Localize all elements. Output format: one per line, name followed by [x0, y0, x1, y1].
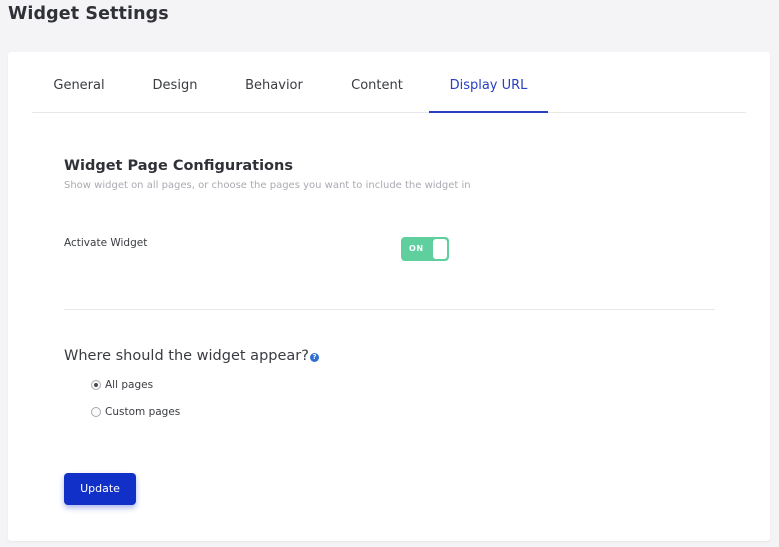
radio-all-pages-label: All pages — [105, 379, 154, 391]
section-subtitle: Show widget on all pages, or choose the … — [64, 180, 471, 191]
tab-behavior[interactable]: Behavior — [224, 52, 324, 111]
question-circle-icon[interactable]: ? — [310, 353, 319, 362]
activate-widget-label: Activate Widget — [64, 237, 148, 249]
radio-custom-pages-label: Custom pages — [105, 406, 181, 418]
tab-bar: General Design Behavior Content Display … — [32, 52, 746, 113]
section-title: Widget Page Configurations — [64, 158, 293, 174]
update-button[interactable]: Update — [64, 473, 136, 505]
page-title: Widget Settings — [8, 4, 169, 24]
settings-card: General Design Behavior Content Display … — [8, 52, 770, 541]
tab-content[interactable]: Content — [324, 52, 430, 111]
toggle-knob — [433, 239, 447, 259]
tab-design[interactable]: Design — [126, 52, 224, 111]
tab-general[interactable]: General — [32, 52, 126, 111]
radio-button-unchecked[interactable] — [91, 407, 101, 417]
section-divider — [64, 309, 715, 310]
widget-placement-question: Where should the widget appear? — [64, 348, 309, 364]
tab-display-url[interactable]: Display URL — [429, 52, 548, 113]
radio-button-checked[interactable] — [91, 380, 101, 390]
activate-widget-toggle[interactable]: ON — [401, 237, 449, 261]
toggle-state-text: ON — [409, 244, 424, 253]
